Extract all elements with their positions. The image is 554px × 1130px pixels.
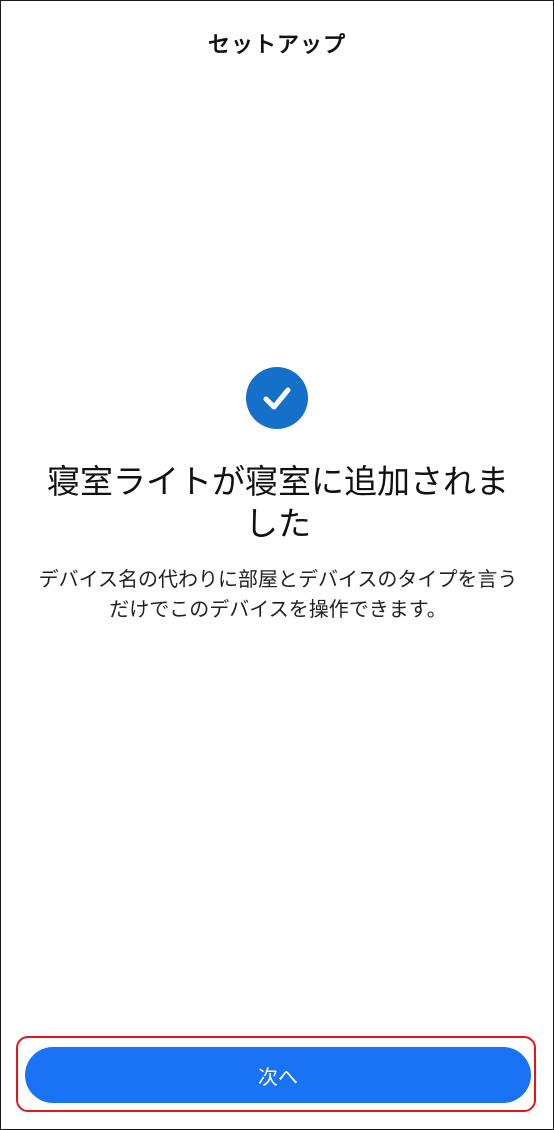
next-button-highlight: 次へ <box>16 1036 536 1112</box>
next-button[interactable]: 次へ <box>25 1047 531 1103</box>
success-description: デバイス名の代わりに部屋とデバイスのタイプを言うだけでこのデバイスを操作できます… <box>38 567 518 621</box>
success-title: 寝室ライトが寝室に追加されました <box>47 462 509 543</box>
page-title: セットアップ <box>207 33 346 58</box>
checkmark-icon <box>263 387 291 410</box>
setup-screen: セットアップ 寝室ライトが寝室に追加されました デバイス名の代わりに部屋とデバイ… <box>0 0 554 1130</box>
check-circle-icon <box>246 367 308 429</box>
